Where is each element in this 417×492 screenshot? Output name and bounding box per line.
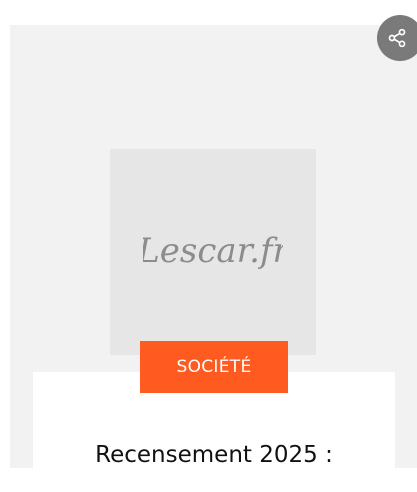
category-badge[interactable]: SOCIÉTÉ xyxy=(140,341,288,393)
share-icon xyxy=(388,28,406,48)
article-title[interactable]: Recensement 2025 : xyxy=(33,442,395,468)
share-button[interactable] xyxy=(377,15,417,61)
article-thumbnail[interactable]: Lescar.fr xyxy=(110,149,316,355)
site-logo: Lescar.fr xyxy=(143,231,283,271)
site-logo-text: Lescar.fr xyxy=(143,231,283,271)
